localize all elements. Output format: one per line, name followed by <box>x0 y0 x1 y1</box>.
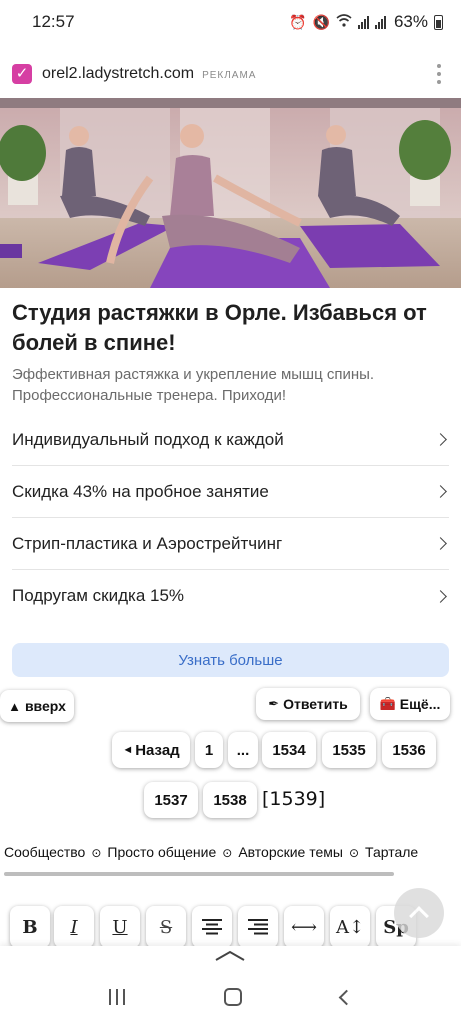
ad-label: РЕКЛАМА <box>202 69 257 81</box>
italic-button[interactable]: I <box>54 906 94 948</box>
ad-image[interactable] <box>0 98 461 288</box>
sitelink-individual[interactable]: Индивидуальный подход к каждой <box>12 414 449 466</box>
font-size-button[interactable]: A↕ <box>330 906 370 948</box>
align-right-icon <box>248 919 268 935</box>
align-center-icon <box>202 919 222 935</box>
sitelink-label: Подругам скидка 15% <box>12 586 185 605</box>
ad-description: Эффективная растяжка и укрепление мышц с… <box>12 366 375 404</box>
breadcrumb-topic[interactable]: Тартале <box>365 844 418 860</box>
sitelink-label: Стрип-пластика и Аэрострейтчинг <box>12 533 283 553</box>
back-icon[interactable] <box>338 989 354 1005</box>
status-icons: ⏰ 🔇 63% <box>289 12 443 32</box>
chevron-right-icon <box>434 485 447 498</box>
chevron-up-icon[interactable] <box>214 950 246 962</box>
circle-separator-icon: ⊙ <box>348 846 360 860</box>
scroll-up-button[interactable]: ▲ вверх <box>0 690 74 722</box>
wifi-icon <box>336 14 352 30</box>
chevron-right-icon <box>434 537 447 550</box>
underline-button[interactable]: U <box>100 906 140 948</box>
breadcrumb-community[interactable]: Сообщество <box>4 844 85 860</box>
battery-icon <box>434 14 443 30</box>
circle-separator-icon: ⊙ <box>91 846 102 860</box>
more-button[interactable]: 🧰 Ещё... <box>370 688 450 720</box>
bold-button[interactable]: B <box>10 906 50 948</box>
learn-more-button[interactable]: Узнать больше <box>12 643 449 677</box>
reply-label: Ответить <box>283 696 348 712</box>
ad-header: ✓ orel2.ladystretch.com РЕКЛАМА <box>12 58 449 90</box>
sitelink-friends[interactable]: Подругам скидка 15% <box>12 570 449 622</box>
pager-ellipsis[interactable]: ... <box>228 732 258 768</box>
triangle-left-icon: ◄ <box>122 744 134 756</box>
scroll-top-fab[interactable] <box>394 888 444 938</box>
full-width-button[interactable]: ⟷ <box>284 906 324 948</box>
align-right-button[interactable] <box>238 906 278 948</box>
pager-back-label: Назад <box>135 741 180 759</box>
double-arrow-icon: ⟷ <box>291 916 317 938</box>
reply-button[interactable]: ✒ Ответить <box>256 688 360 720</box>
pen-icon: ✒ <box>268 696 280 711</box>
sitelink-label: Индивидуальный подход к каждой <box>12 429 284 449</box>
signal-icon-2 <box>374 15 386 29</box>
toolbox-icon: 🧰 <box>379 696 396 711</box>
scroll-up-label: вверх <box>24 698 66 714</box>
breadcrumb-general[interactable]: Просто общение <box>107 844 216 860</box>
font-size-icon: A↕ <box>335 916 365 938</box>
ad-title[interactable]: Студия растяжки в Орле. Избавься от боле… <box>12 298 441 358</box>
signal-icon <box>357 15 369 29</box>
pager-page[interactable]: 1 <box>195 732 223 768</box>
pager-page[interactable]: 1536 <box>382 732 436 768</box>
chevron-right-icon <box>434 433 447 446</box>
current-page: [1539] <box>262 788 326 810</box>
strikethrough-button[interactable]: S <box>146 906 186 948</box>
chevron-right-icon <box>434 589 447 603</box>
alarm-icon: ⏰ <box>289 13 307 30</box>
more-label: Ещё... <box>399 696 441 712</box>
battery-percent: 63% <box>393 12 428 31</box>
sitelink-classes[interactable]: Стрип-пластика и Аэрострейтчинг <box>12 518 449 570</box>
pager-page[interactable]: 1537 <box>144 782 198 818</box>
triangle-up-icon: ▲ <box>8 698 21 714</box>
more-options-icon[interactable] <box>429 64 449 84</box>
sitelink-discount[interactable]: Скидка 43% на пробное занятие <box>12 466 449 518</box>
circle-separator-icon: ⊙ <box>222 846 233 860</box>
home-icon[interactable] <box>223 988 242 1006</box>
mute-icon: 🔇 <box>312 13 330 30</box>
site-check-icon: ✓ <box>12 64 32 84</box>
status-time: 12:57 <box>32 12 75 31</box>
pager-page[interactable]: 1535 <box>322 732 376 768</box>
pager-page[interactable]: 1538 <box>203 782 257 818</box>
arrow-up-icon <box>409 906 429 926</box>
pager-page[interactable]: 1534 <box>262 732 316 768</box>
breadcrumb: Сообщество ⊙ Просто общение ⊙ Авторские темы… <box>4 844 461 860</box>
pager-back-button[interactable]: ◄ Назад <box>112 732 190 768</box>
recent-apps-icon[interactable] <box>109 989 126 1005</box>
breadcrumb-author-topics[interactable]: Авторские темы <box>238 844 343 860</box>
horizontal-scrollbar[interactable] <box>4 872 394 876</box>
align-center-button[interactable] <box>192 906 232 948</box>
system-nav-bar <box>0 970 461 1024</box>
ad-domain[interactable]: orel2.ladystretch.com <box>42 65 194 83</box>
sitelink-label: Скидка 43% на пробное занятие <box>12 481 269 501</box>
status-bar: 12:57 ⏰ 🔇 63% <box>0 0 461 44</box>
ad-sitelinks: Индивидуальный подход к каждой Скидка 43… <box>12 414 449 622</box>
